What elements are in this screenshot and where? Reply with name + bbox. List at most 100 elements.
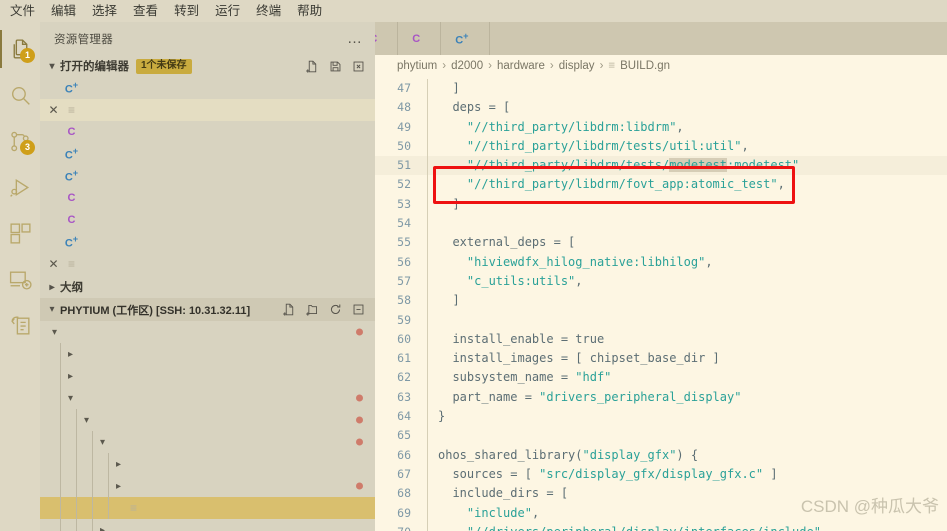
activity-explorer-button[interactable]: 1 <box>0 26 40 72</box>
open-editor-row[interactable]: C <box>40 209 375 231</box>
outline-section-header[interactable]: ▸ 大纲 <box>40 276 375 298</box>
chevron-right-icon[interactable]: ▸ <box>112 481 125 492</box>
code-line[interactable]: 70 "//drivers/peripheral/display/interfa… <box>375 522 947 531</box>
code-line[interactable]: 67 sources = [ "src/display_gfx/display_… <box>375 464 947 485</box>
tree-item-gpu[interactable]: ▸ <box>40 519 375 531</box>
explorer-sidebar: 资源管理器 … ▾ 打开的编辑器 1个未保存 C+ ✕ ≡ C C+ C+ C … <box>40 22 375 531</box>
code-line[interactable]: 48 deps = [ <box>375 98 947 118</box>
open-editor-row[interactable]: C+ <box>40 77 375 99</box>
new-file-icon[interactable] <box>306 60 319 73</box>
code-line[interactable]: 53 ] <box>375 194 947 215</box>
chevron-right-icon[interactable]: ▸ <box>64 349 77 360</box>
activity-remote-explorer-button[interactable] <box>0 256 40 302</box>
code-line[interactable]: 59 <box>375 310 947 330</box>
chevron-right-icon[interactable]: ▸ <box>96 525 109 531</box>
code-line[interactable]: 57 "c_utils:utils", <box>375 271 947 292</box>
menu-item-go[interactable]: 转到 <box>166 1 207 22</box>
chevron-right-icon[interactable]: ▸ <box>112 459 125 470</box>
explorer-badge: 1 <box>20 48 35 63</box>
menu-item-terminal[interactable]: 终端 <box>248 1 289 22</box>
tree-item-d2000[interactable]: ▾ <box>40 387 375 409</box>
new-folder-icon[interactable] <box>306 303 319 316</box>
open-editor-row[interactable]: ✕ ≡ <box>40 253 375 275</box>
menu-item-file[interactable]: 文件 <box>2 1 43 22</box>
indent-guide <box>427 214 428 234</box>
code-editor[interactable]: 47 ] 48 deps = [49 "//third_party/libdrm:… <box>375 77 947 531</box>
chevron-down-icon[interactable]: ▾ <box>80 415 93 426</box>
tree-item-include[interactable]: ▸ <box>40 453 375 475</box>
code-line[interactable]: 55 external_deps = [ <box>375 233 947 253</box>
activity-extensions-button[interactable] <box>0 210 40 256</box>
breadcrumb-item[interactable]: phytium <box>397 60 437 72</box>
code-line[interactable]: 61 install_images = [ chipset_base_dir ] <box>375 349 947 369</box>
code-line[interactable]: 63 part_name = "drivers_peripheral_displ… <box>375 387 947 408</box>
tree-item-hardware[interactable]: ▾ <box>40 409 375 431</box>
breadcrumb-item[interactable]: d2000 <box>451 60 483 72</box>
menu-item-help[interactable]: 帮助 <box>289 1 330 22</box>
chevron-right-icon[interactable]: ▸ <box>64 371 77 382</box>
tree-item-common[interactable]: ▸ <box>40 365 375 387</box>
open-editor-row[interactable]: C+ <box>40 165 375 187</box>
code-line[interactable]: 56 "hiviewdfx_hilog_native:libhilog", <box>375 252 947 272</box>
activity-source-control-button[interactable]: 3 <box>0 118 40 164</box>
breadcrumb-separator: › <box>549 60 554 72</box>
tree-item-build-gn[interactable]: ≡ <box>40 497 375 519</box>
activity-testing-button[interactable] <box>0 302 40 348</box>
breadcrumb-item[interactable]: BUILD.gn <box>620 60 670 72</box>
open-editor-row[interactable]: ✕ ≡ <box>40 99 375 121</box>
editor-tab[interactable]: C <box>375 22 399 55</box>
code-line[interactable]: 65 <box>375 426 947 446</box>
sidebar-more-actions-icon[interactable]: … <box>347 30 369 47</box>
tree-item-src[interactable]: ▸ <box>40 475 375 497</box>
menu-item-view[interactable]: 查看 <box>125 1 166 22</box>
line-number: 61 <box>397 351 411 366</box>
workspace-file-tree: ▾ ▸ ▸ ▾ ▾ ▾ ▸ ▸ ≡ ▸ <box>40 321 375 531</box>
code-line[interactable]: 49 "//third_party/libdrm:libdrm", <box>375 117 947 137</box>
open-editor-row[interactable]: C+ <box>40 143 375 165</box>
menu-item-run[interactable]: 运行 <box>207 1 248 22</box>
indent-guide <box>427 194 428 215</box>
indent-guide <box>427 484 428 504</box>
workspace-section-header[interactable]: ▾ PHYTIUM (工作区) [SSH: 10.31.32.11] <box>40 298 375 321</box>
activity-search-button[interactable] <box>0 72 40 118</box>
open-editors-list: C+ ✕ ≡ C C+ C+ C C C+ ✕ ≡ <box>40 77 375 275</box>
indent-guide <box>60 431 61 453</box>
open-editor-row[interactable]: C <box>40 121 375 143</box>
code-line[interactable]: 66 ohos_shared_library("display_gfx") { <box>375 445 947 465</box>
code-line[interactable]: 47 ] <box>375 79 947 99</box>
menu-item-edit[interactable]: 编辑 <box>43 1 84 22</box>
breadcrumb-item[interactable]: hardware <box>497 60 545 72</box>
open-editor-row[interactable]: C+ <box>40 231 375 253</box>
code-line[interactable]: 62 subsystem_name = "hdf" <box>375 368 947 388</box>
code-line[interactable]: 51 "//third_party/libdrm/tests/modetest:… <box>375 156 947 176</box>
collapse-all-icon[interactable] <box>352 303 365 316</box>
new-file-icon[interactable] <box>283 303 296 316</box>
line-number: 59 <box>397 312 411 327</box>
tree-item-phytium[interactable]: ▾ <box>40 321 375 343</box>
chevron-down-icon[interactable]: ▾ <box>48 327 61 338</box>
refresh-icon[interactable] <box>329 303 342 316</box>
chevron-down-icon: ▾ <box>49 60 55 72</box>
close-icon[interactable]: ✕ <box>45 257 62 271</box>
activity-run-debug-button[interactable] <box>0 164 40 210</box>
close-all-icon[interactable] <box>352 60 365 73</box>
open-editors-section-header[interactable]: ▾ 打开的编辑器 1个未保存 <box>40 55 375 77</box>
editor-tab[interactable]: C <box>398 22 442 55</box>
code-line[interactable]: 64} <box>375 407 947 427</box>
chevron-down-icon[interactable]: ▾ <box>64 393 77 404</box>
save-all-icon[interactable] <box>329 60 342 73</box>
code-line[interactable]: 58 ] <box>375 291 947 311</box>
tree-item--vscode[interactable]: ▸ <box>40 343 375 365</box>
code-line[interactable]: 52 "//third_party/libdrm/fovt_app:atomic… <box>375 175 947 195</box>
code-line[interactable]: 54 <box>375 214 947 234</box>
editor-tab[interactable]: C+ <box>441 22 490 55</box>
code-line[interactable]: 60 install_enable = true <box>375 329 947 350</box>
close-icon[interactable]: ✕ <box>45 103 62 117</box>
chevron-down-icon[interactable]: ▾ <box>96 437 109 448</box>
code-line[interactable]: 50 "//third_party/libdrm/tests/util:util… <box>375 136 947 157</box>
breadcrumb-item[interactable]: display <box>559 60 595 72</box>
open-editor-row[interactable]: C <box>40 187 375 209</box>
menu-item-selection[interactable]: 选择 <box>84 1 125 22</box>
tree-item-display[interactable]: ▾ <box>40 431 375 453</box>
line-number: 65 <box>397 428 411 443</box>
